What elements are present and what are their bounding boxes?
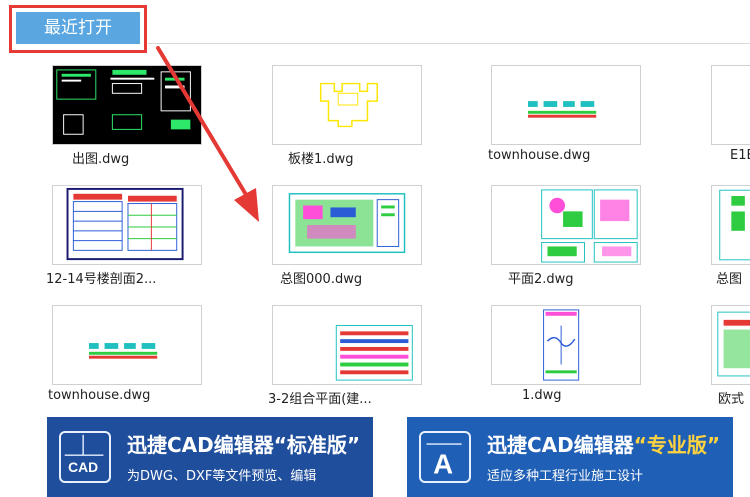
- file-name-label: 欧式: [718, 392, 745, 407]
- banner-subtitle: 为DWG、DXF等文件预览、编辑: [127, 469, 317, 484]
- drawing-preview: [541, 189, 638, 263]
- file-thumbnail[interactable]: [491, 305, 641, 385]
- file-name-label: 12-14号楼剖面2...: [46, 272, 157, 287]
- banner-title: 迅捷CAD编辑器“标准版”: [127, 433, 361, 457]
- file-thumbnail[interactable]: [491, 65, 641, 145]
- drawing-preview: [527, 101, 597, 118]
- recent-open-button[interactable]: 最近打开: [9, 5, 147, 53]
- tab-bar: 最近打开: [0, 0, 750, 53]
- file-name-label: 板楼1.dwg: [288, 152, 354, 167]
- file-thumbnail[interactable]: [711, 305, 750, 385]
- tab-divider: [148, 43, 750, 44]
- drawing-preview: [288, 193, 406, 254]
- drawing-preview: [335, 325, 413, 381]
- file-name-label: 总图: [716, 272, 743, 287]
- file-thumbnail[interactable]: [272, 305, 422, 385]
- file-thumbnail[interactable]: [52, 185, 202, 265]
- file-name-label: townhouse.dwg: [48, 388, 151, 403]
- file-name-label: 3-2组合平面(建...: [268, 392, 372, 407]
- file-thumbnail[interactable]: [272, 65, 422, 145]
- file-thumbnail[interactable]: [52, 65, 202, 145]
- drawing-preview: [719, 189, 750, 261]
- drawing-preview: [53, 66, 201, 144]
- drawing-preview: [717, 311, 750, 377]
- file-thumbnail[interactable]: [272, 185, 422, 265]
- file-name-label: 平面2.dwg: [508, 272, 574, 287]
- drawing-preview: [88, 343, 158, 359]
- standard-edition-banner[interactable]: CAD 迅捷CAD编辑器“标准版” 为DWG、DXF等文件预览、编辑: [47, 417, 373, 497]
- cad-logo-icon: A: [419, 431, 471, 483]
- professional-edition-banner[interactable]: A 迅捷CAD编辑器“专业版” 适应多种工程行业施工设计: [407, 417, 733, 497]
- banner-subtitle: 适应多种工程行业施工设计: [487, 469, 644, 484]
- svg-text:CAD: CAD: [68, 459, 98, 475]
- file-thumbnail[interactable]: [491, 185, 641, 265]
- svg-text:A: A: [433, 449, 453, 480]
- drawing-preview: [543, 309, 580, 381]
- file-thumbnail[interactable]: [711, 185, 750, 265]
- drawing-preview: [319, 82, 378, 128]
- banner-title: 迅捷CAD编辑器“专业版”: [487, 433, 721, 457]
- cad-logo-icon: CAD: [59, 431, 111, 483]
- file-name-label: 1.dwg: [522, 388, 562, 403]
- file-name-label: 总图000.dwg: [280, 272, 363, 287]
- file-thumbnail[interactable]: [711, 65, 750, 145]
- file-thumbnail[interactable]: [52, 305, 202, 385]
- drawing-preview: [712, 66, 750, 144]
- file-name-label: 出图.dwg: [72, 152, 130, 167]
- file-name-label: E1E: [730, 148, 750, 163]
- recent-open-label: 最近打开: [16, 12, 140, 44]
- drawing-preview: [66, 187, 184, 261]
- file-name-label: townhouse.dwg: [488, 148, 591, 163]
